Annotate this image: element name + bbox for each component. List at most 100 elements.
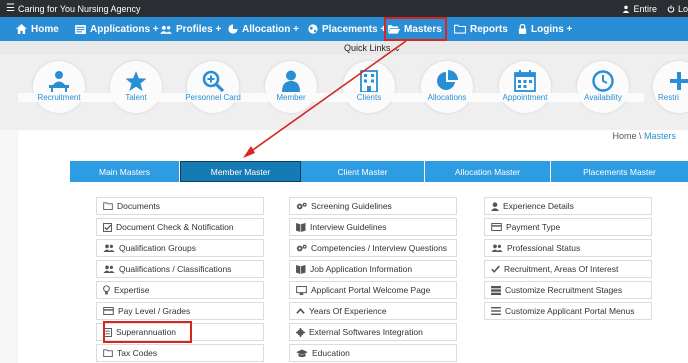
quick-link-circle bbox=[33, 61, 85, 113]
nav-label: Placements + bbox=[322, 23, 387, 35]
quick-link-appointment[interactable]: Appointment bbox=[484, 57, 566, 127]
card-icon bbox=[491, 223, 502, 231]
app-brand[interactable]: ☰ Caring for You Nursing Agency bbox=[0, 2, 141, 14]
nav-label: Logins + bbox=[531, 23, 573, 35]
nav-placements[interactable]: Placements + bbox=[308, 17, 386, 41]
folder-icon bbox=[454, 24, 466, 34]
book-icon bbox=[296, 264, 306, 274]
master-link-label: Customize Applicant Portal Menus bbox=[505, 306, 635, 316]
zoom-icon bbox=[202, 70, 224, 92]
lock-icon bbox=[518, 24, 527, 34]
master-link-label: Job Application Information bbox=[310, 264, 413, 274]
pie-icon bbox=[437, 70, 458, 90]
users-icon bbox=[103, 244, 115, 252]
master-link-label: Payment Type bbox=[506, 222, 561, 232]
master-link-customize-recruitment-stages[interactable]: Customize Recruitment Stages bbox=[484, 281, 652, 299]
master-link-experience-details[interactable]: Experience Details bbox=[484, 197, 652, 215]
master-link-recruitment-areas[interactable]: Recruitment, Areas Of Interest bbox=[484, 260, 652, 278]
star-icon bbox=[125, 70, 147, 91]
master-link-label: Professional Status bbox=[507, 243, 581, 253]
master-link-customize-applicant-menus[interactable]: Customize Applicant Portal Menus bbox=[484, 302, 652, 320]
quick-link-availability[interactable]: Availability bbox=[562, 57, 644, 127]
masters-column-2: Screening Guidelines Interview Guideline… bbox=[289, 197, 457, 363]
chevron-down-icon: ⌄ bbox=[393, 43, 402, 53]
master-link-document-check[interactable]: Document Check & Notification bbox=[96, 218, 264, 236]
quick-links-label: Quick Links bbox=[344, 43, 391, 53]
folder-outline-icon bbox=[103, 202, 113, 210]
quick-links-toggle[interactable]: Quick Links ⌄ bbox=[344, 43, 401, 54]
master-link-payment-type[interactable]: Payment Type bbox=[484, 218, 652, 236]
master-link-job-application-info[interactable]: Job Application Information bbox=[289, 260, 457, 278]
gears-icon bbox=[296, 244, 307, 251]
user-icon bbox=[491, 201, 499, 211]
tab-client-master[interactable]: Client Master bbox=[301, 161, 425, 182]
master-link-documents[interactable]: Documents bbox=[96, 197, 264, 215]
nav-reports[interactable]: Reports bbox=[454, 17, 508, 41]
person-icon bbox=[282, 70, 300, 92]
gear-icon bbox=[296, 327, 305, 337]
nav-home[interactable]: Home bbox=[16, 17, 59, 41]
quick-link-label: Availability bbox=[562, 93, 644, 102]
menu-icon bbox=[491, 307, 501, 315]
master-link-competencies[interactable]: Competencies / Interview Questions bbox=[289, 239, 457, 257]
nav-profiles[interactable]: Profiles + bbox=[160, 17, 221, 41]
gears-icon bbox=[296, 202, 307, 209]
recruitment-icon bbox=[49, 71, 69, 92]
masters-column-3: Experience Details Payment Type Professi… bbox=[484, 197, 652, 323]
quick-link-clients[interactable]: Clients bbox=[328, 57, 410, 127]
logout-link[interactable]: Lo bbox=[667, 4, 688, 14]
master-link-expertise[interactable]: Expertise bbox=[96, 281, 264, 299]
master-link-tax-codes[interactable]: Tax Codes bbox=[96, 344, 264, 362]
master-link-interview-guidelines[interactable]: Interview Guidelines bbox=[289, 218, 457, 236]
breadcrumb-home[interactable]: Home bbox=[612, 131, 636, 141]
master-link-qualification-groups[interactable]: Qualification Groups bbox=[96, 239, 264, 257]
hamburger-icon: ☰ bbox=[6, 2, 15, 14]
master-link-label: Experience Details bbox=[503, 201, 574, 211]
master-link-label: Expertise bbox=[114, 285, 150, 295]
tab-main-masters[interactable]: Main Masters bbox=[70, 161, 180, 182]
quick-link-label: Clients bbox=[328, 93, 410, 102]
nav-masters[interactable]: Masters bbox=[384, 17, 447, 41]
tab-member-master[interactable]: Member Master bbox=[180, 161, 301, 182]
quick-link-personnel-card[interactable]: Personnel Card bbox=[172, 57, 254, 127]
master-link-label: Qualifications / Classifications bbox=[119, 264, 232, 274]
logout-label: Lo bbox=[677, 3, 688, 14]
power-icon bbox=[667, 4, 675, 13]
lightbulb-icon bbox=[103, 285, 110, 295]
quick-link-label: Appointment bbox=[484, 93, 566, 102]
quick-link-circle bbox=[499, 61, 551, 113]
master-link-external-softwares[interactable]: External Softwares Integration bbox=[289, 323, 457, 341]
nav-label: Masters bbox=[404, 23, 442, 35]
plus-icon bbox=[670, 72, 688, 90]
master-link-professional-status[interactable]: Professional Status bbox=[484, 239, 652, 257]
masters-page: ☰ Caring for You Nursing Agency Entire L… bbox=[0, 0, 688, 363]
quick-link-label: Member bbox=[250, 93, 332, 102]
card-icon bbox=[103, 307, 114, 315]
master-link-label: Document Check & Notification bbox=[116, 222, 234, 232]
quick-link-allocations[interactable]: Allocations bbox=[406, 57, 488, 127]
user-menu[interactable]: Entire bbox=[622, 4, 657, 14]
master-link-years-of-experience[interactable]: Years Of Experience bbox=[289, 302, 457, 320]
cards-icon bbox=[75, 24, 86, 34]
master-link-education[interactable]: Education bbox=[289, 344, 457, 362]
nav-allocation[interactable]: Allocation + bbox=[228, 17, 299, 41]
user-name: Entire bbox=[633, 3, 657, 14]
master-tabs: Main Masters Member Master Client Master… bbox=[70, 161, 688, 182]
master-link-applicant-portal-welcome[interactable]: Applicant Portal Welcome Page bbox=[289, 281, 457, 299]
stack-icon bbox=[491, 285, 501, 295]
nav-label: Applications + bbox=[90, 23, 159, 35]
nav-logins[interactable]: Logins + bbox=[518, 17, 572, 41]
master-link-pay-level[interactable]: Pay Level / Grades bbox=[96, 302, 264, 320]
master-link-label: Education bbox=[312, 348, 350, 358]
nav-applications[interactable]: Applications + bbox=[75, 17, 159, 41]
tab-placements-master[interactable]: Placements Master bbox=[551, 161, 688, 182]
quick-link-member[interactable]: Member bbox=[250, 57, 332, 127]
master-link-screening-guidelines[interactable]: Screening Guidelines bbox=[289, 197, 457, 215]
quick-link-recruitment[interactable]: Recruitment bbox=[18, 57, 100, 127]
quick-link-restrictions[interactable]: Restri bbox=[650, 57, 688, 127]
tab-allocation-master[interactable]: Allocation Master bbox=[425, 161, 551, 182]
user-icon bbox=[623, 5, 630, 13]
master-link-qualifications[interactable]: Qualifications / Classifications bbox=[96, 260, 264, 278]
quick-link-talent[interactable]: Talent bbox=[95, 57, 177, 127]
quick-link-circle bbox=[653, 61, 688, 113]
